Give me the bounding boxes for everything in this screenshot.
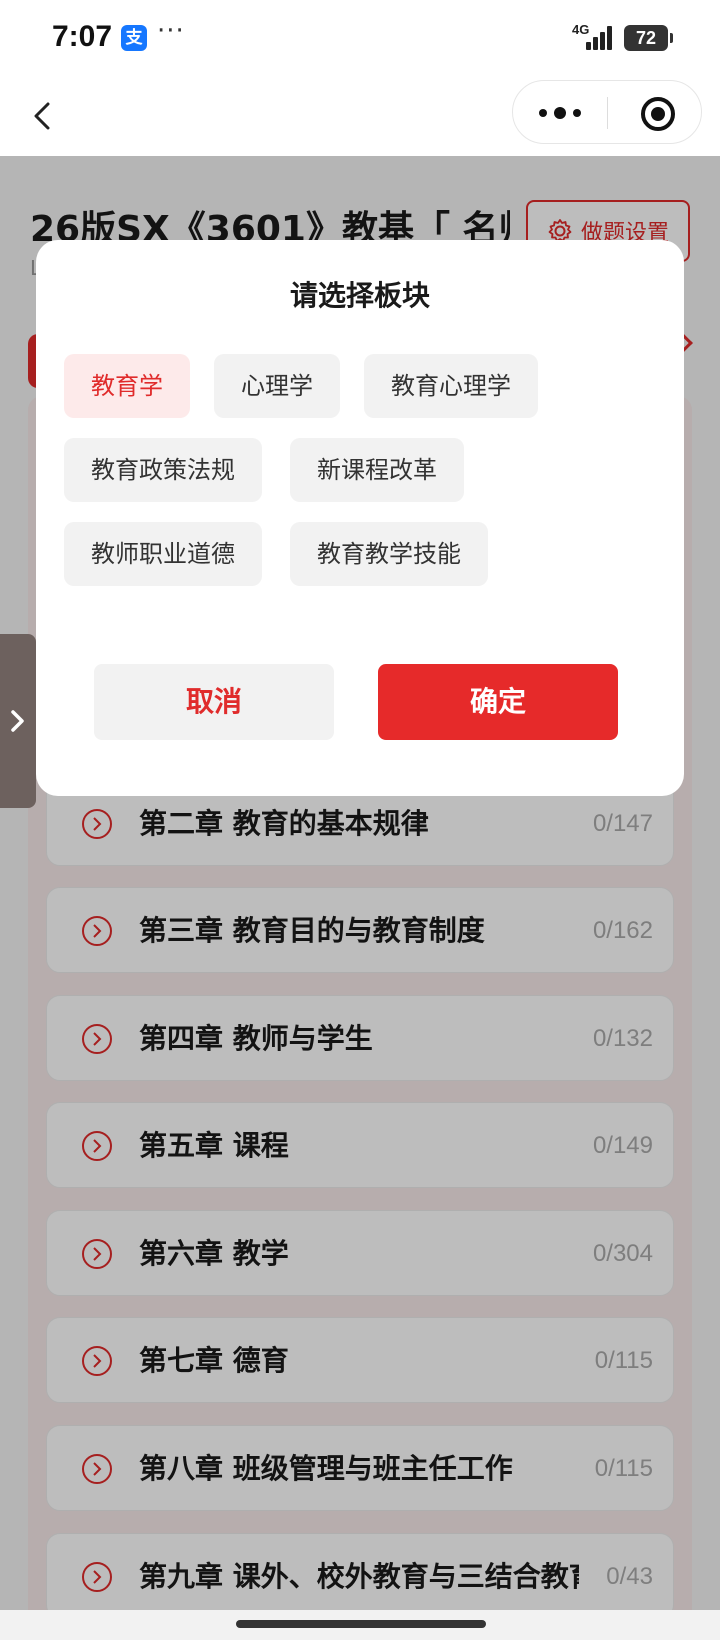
cancel-button[interactable]: 取消 xyxy=(94,664,334,740)
dialog-title: 请选择板块 xyxy=(289,279,430,312)
option-chip[interactable]: 心理学 xyxy=(214,354,340,418)
option-chip[interactable]: 新课程改革 xyxy=(290,438,464,502)
status-bar: 7:07 支 ··· 4G 72 xyxy=(0,0,720,78)
confirm-button[interactable]: 确定 xyxy=(378,664,618,740)
status-more-icon: ··· xyxy=(157,16,185,46)
status-time: 7:07 xyxy=(52,20,113,53)
option-chip[interactable]: 教育政策法规 xyxy=(64,438,262,502)
home-indicator[interactable] xyxy=(236,1620,486,1628)
nav-bar xyxy=(0,78,720,156)
alipay-badge-icon: 支 xyxy=(121,25,147,51)
side-drawer-tab[interactable] xyxy=(0,634,36,808)
chevron-left-icon[interactable] xyxy=(26,98,62,134)
option-chip[interactable]: 教育心理学 xyxy=(364,354,538,418)
option-chip-selected[interactable]: 教育学 xyxy=(64,354,190,418)
mini-program-capsule xyxy=(512,80,702,144)
target-circle-icon[interactable] xyxy=(639,95,677,133)
section-select-dialog: 请选择板块 教育学 心理学 教育心理学 教育政策法规 新课程改革 教师职业道德 … xyxy=(36,240,684,796)
more-dots-icon[interactable] xyxy=(537,99,583,127)
battery-icon: 72 xyxy=(624,25,673,51)
capsule-divider xyxy=(607,97,608,129)
option-chip[interactable]: 教师职业道德 xyxy=(64,522,262,586)
signal-icon xyxy=(586,26,612,50)
chevron-right-icon xyxy=(11,710,24,732)
option-chip[interactable]: 教育教学技能 xyxy=(290,522,488,586)
